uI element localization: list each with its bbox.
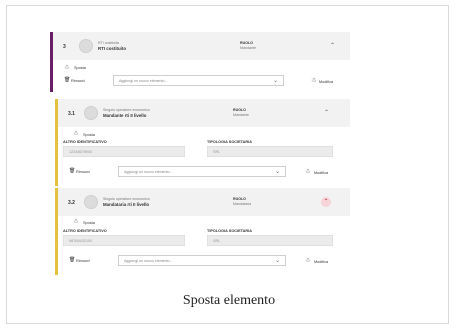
chevron-up-icon[interactable]: ⌃: [330, 43, 335, 49]
add-element-select[interactable]: Aggiungi un nuovo elemento... ⌄: [118, 255, 286, 266]
role-label: RUOLO: [240, 41, 253, 45]
remove-label[interactable]: Rimuovi: [71, 79, 85, 83]
type-label: TIPOLOGIA SOCIETARIA: [207, 229, 252, 233]
chevron-down-icon: ⌄: [274, 169, 280, 175]
id-value: 98765432100: [69, 239, 93, 243]
chevron-down-icon: ⌄: [274, 258, 280, 264]
move-icon[interactable]: ☃: [73, 218, 78, 225]
add-element-select[interactable]: Aggiungi un nuovo elemento... ⌄: [118, 166, 286, 177]
screenshot-frame: 3 RTI costituita RTI costituito RUOLO Ma…: [6, 5, 449, 324]
edit-label[interactable]: Modifica: [314, 260, 328, 264]
group-header[interactable]: 3 RTI costituita RTI costituito RUOLO Ma…: [53, 32, 350, 60]
select-placeholder: Aggiungi un nuovo elemento...: [124, 170, 173, 174]
select-placeholder: Aggiungi un nuovo elemento...: [124, 259, 173, 263]
group-title: RTI costituito: [98, 46, 127, 51]
edit-label[interactable]: Modifica: [314, 171, 328, 175]
avatar: [79, 39, 93, 53]
type-value: SRL: [213, 150, 221, 154]
role-value: Mandataria: [233, 202, 251, 206]
trash-icon[interactable]: 🗑: [69, 257, 75, 263]
edit-icon[interactable]: ☃: [305, 168, 310, 175]
id-value: 12345678900: [69, 150, 93, 154]
edit-label[interactable]: Modifica: [319, 80, 333, 84]
type-field: SRL: [207, 235, 333, 246]
move-label[interactable]: Sposta: [74, 66, 86, 70]
figure-caption: Sposta elemento: [182, 293, 276, 308]
role-value: Mandante: [233, 113, 249, 117]
move-icon[interactable]: ☃: [64, 64, 69, 71]
member-subtitle: Singolo operatore economico: [103, 197, 150, 201]
id-label: ALTRO IDENTIFICATIVO: [63, 140, 107, 144]
trash-icon[interactable]: 🗑: [64, 77, 70, 83]
remove-label[interactable]: Rimuovi: [76, 170, 90, 174]
member-title: Mandataria rti II livello: [103, 202, 150, 207]
add-element-select[interactable]: Aggiungi un nuovo elemento... ⌄: [113, 75, 284, 86]
member-panel-3-1: 3.1 Singolo operatore economico Mandante…: [55, 99, 350, 186]
id-label: ALTRO IDENTIFICATIVO: [63, 229, 107, 233]
member-number: 3.2: [68, 200, 75, 206]
group-subtitle: RTI costituita: [98, 41, 119, 45]
move-icon[interactable]: ☃: [73, 130, 78, 137]
id-field: 98765432100: [63, 235, 185, 246]
type-value: SRL: [213, 239, 221, 243]
member-header[interactable]: 3.1 Singolo operatore economico Mandante…: [58, 99, 350, 127]
type-field: SRL: [207, 146, 333, 157]
edit-icon[interactable]: ☃: [311, 77, 316, 84]
role-label: RUOLO: [233, 108, 246, 112]
avatar: [84, 106, 98, 120]
avatar: [84, 195, 98, 209]
member-panel-3-2: 3.2 Singolo operatore economico Mandatar…: [55, 188, 350, 275]
trash-icon[interactable]: 🗑: [69, 168, 75, 174]
move-label[interactable]: Sposta: [83, 133, 95, 137]
select-placeholder: Aggiungi un nuovo elemento...: [119, 79, 168, 83]
chevron-up-icon[interactable]: ⌃: [324, 110, 329, 116]
chevron-down-icon: ⌄: [272, 78, 278, 84]
group-number: 3: [63, 44, 66, 50]
member-number: 3.1: [68, 111, 75, 117]
type-label: TIPOLOGIA SOCIETARIA: [207, 140, 252, 144]
id-field: 12345678900: [63, 146, 185, 157]
edit-icon[interactable]: ☃: [305, 257, 310, 264]
rti-group-panel: 3 RTI costituita RTI costituito RUOLO Ma…: [50, 32, 350, 92]
role-value: Mandante: [240, 46, 256, 50]
member-subtitle: Singolo operatore economico: [103, 108, 150, 112]
member-title: Mandante rti II livello: [103, 113, 147, 118]
role-label: RUOLO: [233, 197, 246, 201]
move-label[interactable]: Sposta: [83, 221, 95, 225]
member-header[interactable]: 3.2 Singolo operatore economico Mandatar…: [58, 188, 350, 216]
remove-label[interactable]: Rimuovi: [76, 259, 90, 263]
chevron-up-icon[interactable]: ⌃: [321, 197, 331, 207]
